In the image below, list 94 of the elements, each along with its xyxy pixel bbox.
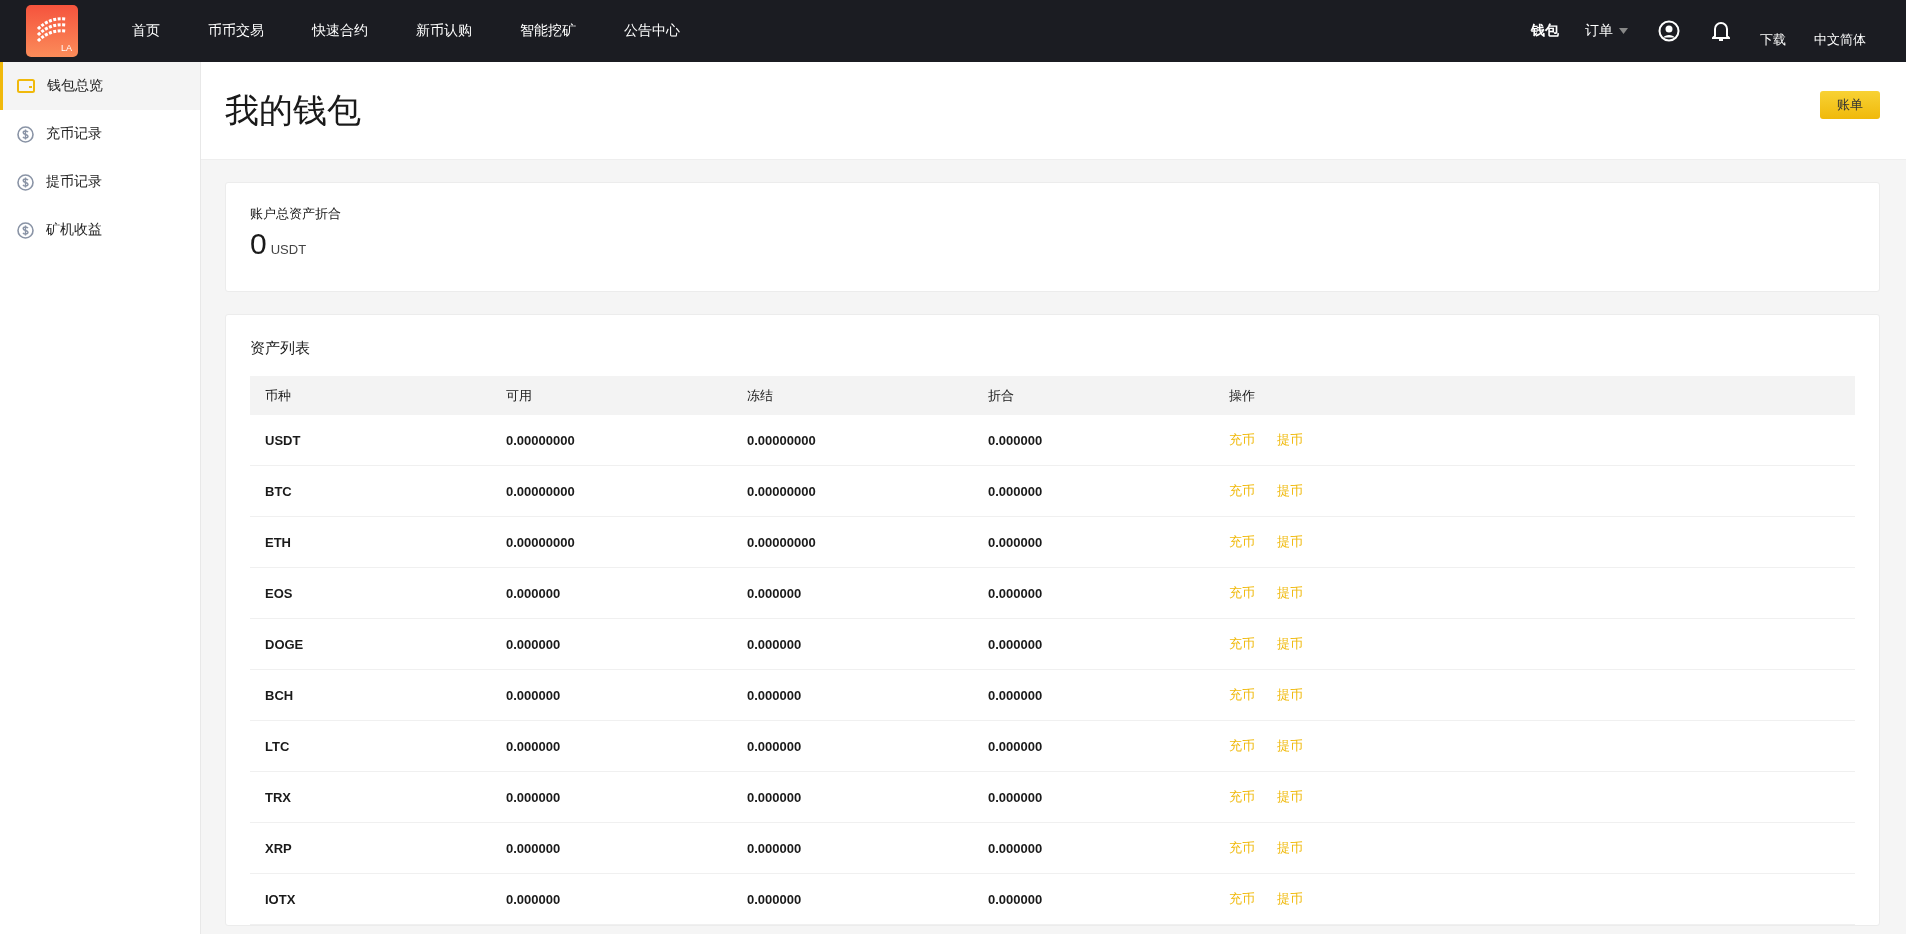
column-header: 币种 xyxy=(265,386,292,405)
action-link[interactable]: 充币 xyxy=(1229,482,1255,500)
action-link[interactable]: 提币 xyxy=(1277,890,1303,908)
table-cell-text: 0.000000 xyxy=(506,789,562,805)
total-amount: 0 xyxy=(250,227,267,261)
table-cell-text: 0.000000 xyxy=(988,534,1044,550)
action-link[interactable]: 充币 xyxy=(1229,890,1255,908)
action-link[interactable]: 充币 xyxy=(1229,737,1255,755)
table-cell-text: 0.000000 xyxy=(747,738,803,754)
table-cell-text: EOS xyxy=(265,585,294,601)
table-cell-text: BTC xyxy=(265,483,293,499)
table-cell-text: 0.00000000 xyxy=(747,534,817,550)
bill-button[interactable]: 账单 xyxy=(1820,90,1880,119)
sidebar-item[interactable]: 充币记录 xyxy=(0,110,200,158)
column-header: 折合 xyxy=(988,386,1015,405)
table-cell-text: 0.000000 xyxy=(988,891,1044,907)
bell-icon[interactable] xyxy=(1712,20,1730,42)
table-cell-text: 0.000000 xyxy=(988,636,1044,652)
logo-text: LA xyxy=(61,43,72,53)
table-cell-text: XRP xyxy=(265,840,293,856)
nav-link[interactable]: 公告中心 xyxy=(600,22,704,40)
table-cell-text: 0.000000 xyxy=(988,840,1044,856)
caret-icon xyxy=(1619,28,1628,34)
logo-icon[interactable]: LA xyxy=(26,5,78,57)
table-cell-text: 0.000000 xyxy=(747,636,803,652)
table-cell-text: 0.000000 xyxy=(747,687,803,703)
table-cell-text: USDT xyxy=(265,432,302,448)
sidebar-item[interactable]: 提币记录 xyxy=(0,158,200,206)
dollar-icon xyxy=(17,125,34,143)
page-title: 我的钱包 xyxy=(225,89,361,131)
action-link[interactable]: 提币 xyxy=(1277,788,1303,806)
action-link[interactable]: 提币 xyxy=(1277,533,1303,551)
table-cell-text: 0.000000 xyxy=(988,432,1044,448)
table-cell-text: TRX xyxy=(265,789,292,805)
table-cell-text: 0.000000 xyxy=(747,891,803,907)
table-cell-text: 0.000000 xyxy=(988,738,1044,754)
action-link[interactable]: 提币 xyxy=(1277,737,1303,755)
action-link[interactable]: 充币 xyxy=(1229,686,1255,704)
section-title: 资产列表 xyxy=(250,339,311,358)
table-cell-text: 0.000000 xyxy=(747,789,803,805)
nav-link[interactable]: 快速合约 xyxy=(288,22,392,40)
table-cell-text: IOTX xyxy=(265,891,297,907)
table-cell-text: 0.00000000 xyxy=(506,483,576,499)
table-cell-text: ETH xyxy=(265,534,292,550)
table-cell-text: 0.000000 xyxy=(506,738,562,754)
table-cell-text: 0.000000 xyxy=(506,585,562,601)
table-cell-text: 0.00000000 xyxy=(506,432,576,448)
table-cell-text: 0.000000 xyxy=(988,789,1044,805)
dollar-icon xyxy=(17,221,34,239)
nav-link[interactable]: 智能挖矿 xyxy=(496,22,600,40)
table-cell-text: DOGE xyxy=(265,636,305,652)
table-cell-text: 0.00000000 xyxy=(747,432,817,448)
table-cell-text: LTC xyxy=(265,738,291,754)
action-link[interactable]: 充币 xyxy=(1229,584,1255,602)
table-cell-text: 0.000000 xyxy=(988,585,1044,601)
language-link[interactable]: 中文简体 xyxy=(1800,31,1880,49)
action-link[interactable]: 提币 xyxy=(1277,839,1303,857)
table-cell-text: 0.000000 xyxy=(506,636,562,652)
action-link[interactable]: 充币 xyxy=(1229,635,1255,653)
table-cell-text: BCH xyxy=(265,687,295,703)
action-link[interactable]: 充币 xyxy=(1229,431,1255,449)
currency-unit: USDT xyxy=(270,242,307,257)
wallet-icon xyxy=(17,79,35,93)
table-cell-text: 0.000000 xyxy=(506,891,562,907)
table-cell-text: 0.000000 xyxy=(506,840,562,856)
table-cell-text: 0.000000 xyxy=(988,483,1044,499)
action-link[interactable]: 提币 xyxy=(1277,584,1303,602)
dollar-icon xyxy=(17,173,34,191)
action-link[interactable]: 提币 xyxy=(1277,431,1303,449)
action-link[interactable]: 充币 xyxy=(1229,533,1255,551)
sidebar-item[interactable]: 矿机收益 xyxy=(0,206,200,254)
column-header: 操作 xyxy=(1229,386,1256,405)
action-link[interactable]: 提币 xyxy=(1277,635,1303,653)
nav-link[interactable]: 币币交易 xyxy=(184,22,288,40)
action-link[interactable]: 充币 xyxy=(1229,788,1255,806)
column-header: 可用 xyxy=(506,386,533,405)
column-header: 冻结 xyxy=(747,386,774,405)
table-cell-text: 0.000000 xyxy=(506,687,562,703)
nav-link[interactable]: 新币认购 xyxy=(392,22,496,40)
summary-label: 账户总资产折合 xyxy=(250,205,342,223)
nav-link[interactable]: 首页 xyxy=(108,22,184,40)
action-link[interactable]: 充币 xyxy=(1229,839,1255,857)
table-cell-text: 0.000000 xyxy=(747,585,803,601)
table-cell-text: 0.00000000 xyxy=(747,483,817,499)
orders-dropdown[interactable]: 订单 xyxy=(1571,22,1642,40)
action-link[interactable]: 提币 xyxy=(1277,482,1303,500)
sidebar-item[interactable]: 钱包总览 xyxy=(0,62,200,110)
action-link[interactable]: 提币 xyxy=(1277,686,1303,704)
download-link[interactable]: 下载 xyxy=(1746,31,1800,49)
table-cell-text: 0.000000 xyxy=(747,840,803,856)
wallet-link[interactable]: 钱包 xyxy=(1519,22,1571,40)
table-cell-text: 0.00000000 xyxy=(506,534,576,550)
table-cell-text: 0.000000 xyxy=(988,687,1044,703)
user-icon[interactable] xyxy=(1658,20,1680,42)
